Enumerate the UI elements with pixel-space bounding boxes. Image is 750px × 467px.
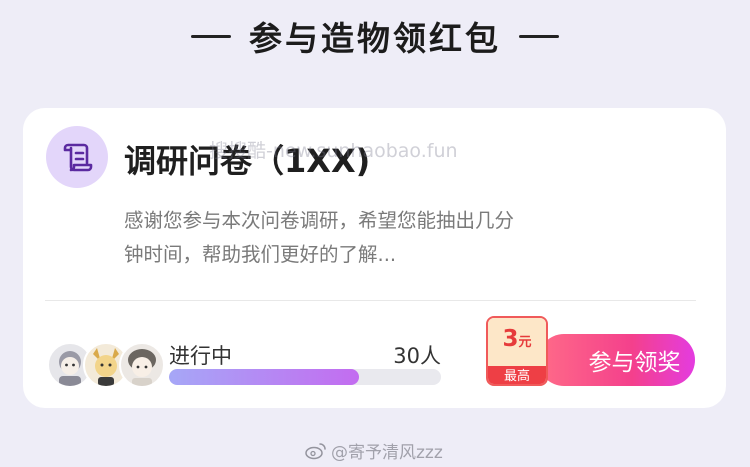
reward-tag: 最高 [488, 366, 546, 384]
header-left-line [191, 34, 231, 38]
participant-avatars [47, 342, 167, 392]
participant-count: 30人 [393, 344, 441, 368]
footer-credit-text: @寄予清风zzz [331, 443, 443, 463]
survey-card[interactable]: 调研问卷（1XX) 搜搜酷-new.sunhaobao.fun 感谢您参与本次问… [23, 108, 726, 408]
join-reward-button[interactable]: 参与领奖 [538, 334, 695, 386]
scroll-icon [63, 143, 93, 172]
progress-fill [169, 369, 360, 385]
reward-unit: 元 [518, 335, 532, 350]
reward-amount: 3 [502, 326, 519, 352]
section-title: 参与造物领红包 [249, 19, 501, 58]
footer-credit: @寄予清风zzz [305, 438, 443, 463]
header-right-line [519, 34, 559, 38]
progress-status: 进行中 [169, 344, 232, 368]
weibo-icon [305, 442, 326, 459]
card-divider [45, 300, 696, 301]
section-header: 参与造物领红包 [0, 12, 750, 60]
watermark-text: 搜搜酷-new.sunhaobao.fun [209, 140, 458, 162]
survey-description: 感谢您参与本次问卷调研，希望您能抽出几分钟时间，帮助我们更好的了解... [124, 209, 515, 266]
avatar [119, 342, 165, 388]
reward-badge: 3 元 最高 [486, 316, 548, 386]
survey-icon-badge [46, 126, 108, 188]
reward-amount-area: 3 元 [488, 318, 546, 366]
progress-bar [169, 369, 441, 385]
